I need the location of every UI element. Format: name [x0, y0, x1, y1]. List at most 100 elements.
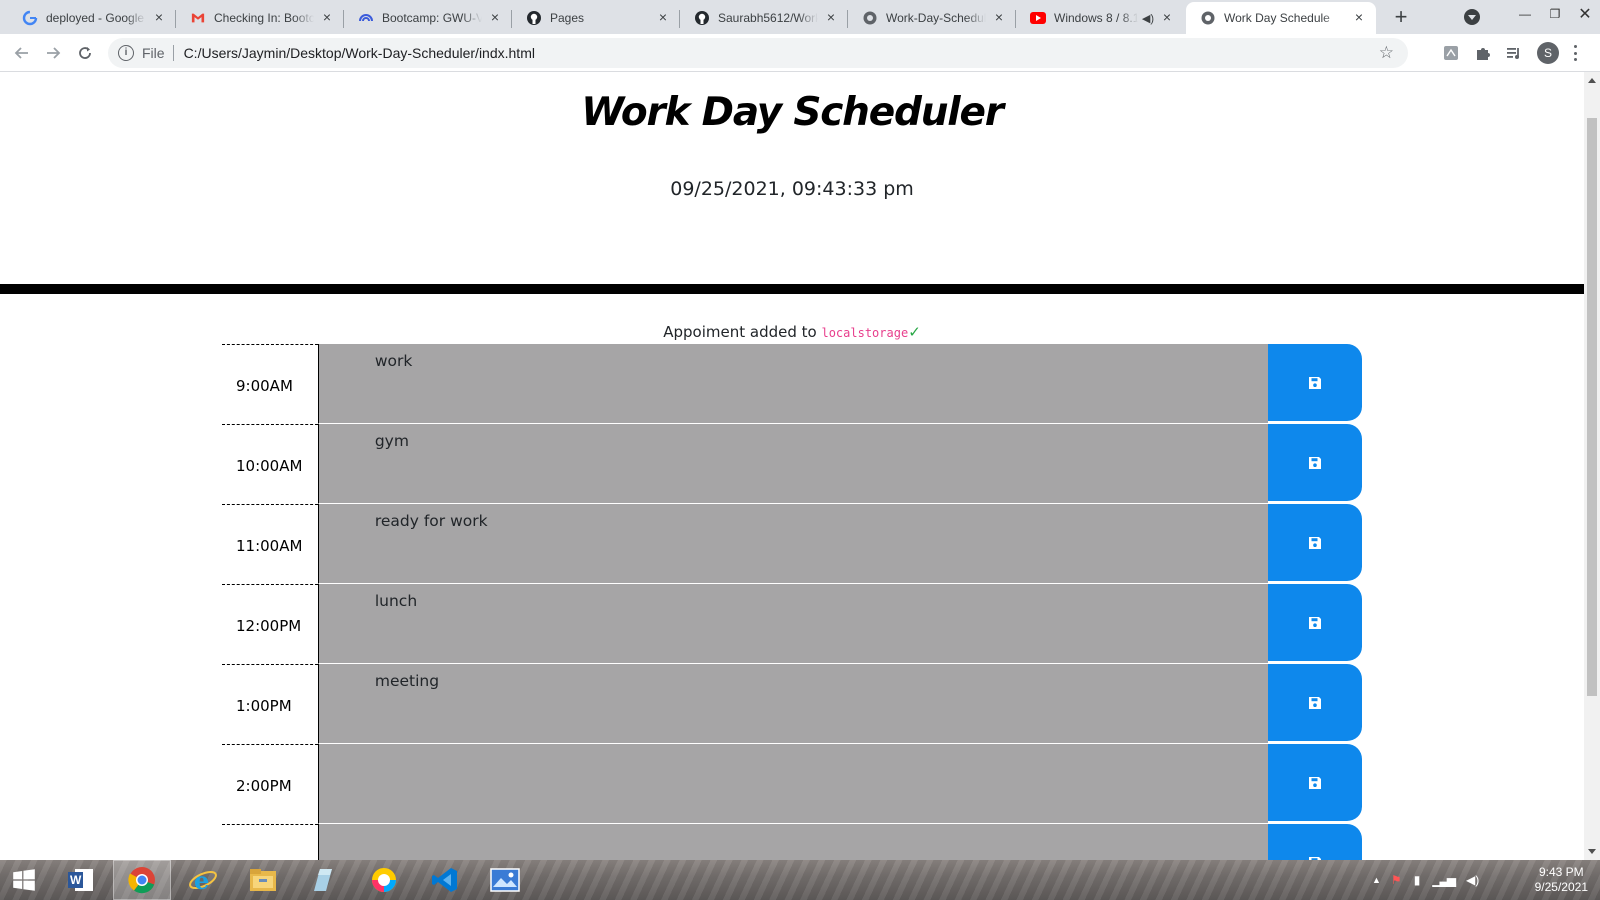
browser-tab-strip: deployed - Google S × Checking In: Bootc… — [0, 0, 1600, 34]
description-input[interactable] — [317, 824, 1269, 860]
save-icon — [1309, 376, 1322, 389]
bookmark-star-icon[interactable]: ☆ — [1379, 43, 1394, 63]
save-button[interactable] — [1268, 824, 1362, 860]
close-icon[interactable]: × — [1160, 10, 1174, 25]
close-icon[interactable]: × — [824, 10, 838, 25]
save-icon — [1309, 536, 1322, 549]
time-block: 12:00PM lunch — [222, 584, 1362, 664]
time-block: 11:00AM ready for work — [222, 504, 1362, 584]
svg-text:W: W — [70, 873, 82, 887]
reload-icon — [79, 47, 91, 59]
close-window-button[interactable]: ✕ — [1570, 0, 1600, 28]
tab-work-day-scheduler-active[interactable]: Work Day Schedule × — [1186, 2, 1376, 34]
description-input[interactable] — [317, 744, 1269, 824]
scroll-down-icon[interactable] — [1588, 849, 1596, 854]
description-input[interactable]: work — [317, 344, 1269, 424]
restore-button[interactable]: ❐ — [1540, 0, 1570, 28]
description-input[interactable]: lunch — [317, 584, 1269, 664]
time-block-list: 9:00AM work 10:00AM gym 11:00AM ready fo… — [222, 344, 1362, 860]
back-arrow-icon — [14, 47, 28, 59]
file-explorer-icon[interactable] — [234, 860, 292, 900]
tab-title: Pages — [550, 11, 585, 25]
tab-youtube-windows[interactable]: Windows 8 / 8.1 ◀) × — [1016, 2, 1184, 34]
volume-icon[interactable]: ◀) — [1466, 873, 1479, 887]
info-icon[interactable]: i — [118, 45, 134, 61]
close-icon[interactable]: × — [992, 10, 1006, 25]
close-icon[interactable]: × — [152, 10, 166, 25]
vscode-icon[interactable] — [416, 860, 474, 900]
back-button[interactable] — [11, 42, 33, 64]
tab-search-icon[interactable] — [1464, 9, 1480, 25]
globe-icon — [1200, 10, 1216, 26]
tab-work-day-schedule-deployed[interactable]: Work-Day-Schedule × — [848, 2, 1016, 34]
tab-github-repo[interactable]: Saurabh5612/Work- × — [680, 2, 848, 34]
youtube-icon — [1030, 10, 1046, 26]
notice-text: Appoiment added to — [663, 323, 817, 341]
save-button[interactable] — [1268, 504, 1362, 582]
network-icon[interactable]: ▁▃▅ — [1432, 873, 1456, 887]
scrollbar-thumb[interactable] — [1587, 118, 1597, 696]
scheme-label: File — [142, 45, 165, 61]
reload-button[interactable] — [74, 42, 96, 64]
description-input[interactable]: gym — [317, 424, 1269, 504]
minimize-button[interactable]: — — [1510, 0, 1540, 28]
internet-explorer-icon[interactable]: e — [174, 860, 232, 900]
google-g-icon — [22, 10, 38, 26]
clock-time: 9:43 PM — [1538, 865, 1584, 879]
save-button[interactable] — [1268, 424, 1362, 502]
page-viewport: Work Day Scheduler 09/25/2021, 09:43:33 … — [0, 72, 1584, 860]
chrome-icon[interactable] — [113, 860, 171, 900]
save-button[interactable] — [1268, 744, 1362, 822]
notepad-icon[interactable] — [294, 860, 352, 900]
hour-label: 9:00AM — [222, 344, 318, 424]
page-title: Work Day Scheduler — [581, 90, 1004, 135]
flag-icon[interactable]: ⚑ — [1391, 873, 1402, 887]
address-bar[interactable]: i File C:/Users/Jaymin/Desktop/Work-Day-… — [108, 38, 1408, 68]
pdf-extension-icon[interactable] — [1442, 44, 1460, 62]
speaker-icon[interactable]: ◀) — [1142, 12, 1154, 25]
media-control-icon[interactable] — [1505, 44, 1523, 62]
url-text[interactable]: C:/Users/Jaymin/Desktop/Work-Day-Schedul… — [184, 45, 535, 61]
tab-checking-in[interactable]: Checking In: Bootca × — [176, 2, 344, 34]
tab-pages[interactable]: Pages × — [512, 2, 680, 34]
browser-menu-button[interactable] — [1572, 42, 1578, 64]
scroll-up-icon[interactable] — [1588, 78, 1596, 83]
save-button[interactable] — [1268, 664, 1362, 742]
save-icon — [1309, 776, 1322, 789]
page-scrollbar[interactable] — [1584, 72, 1600, 860]
close-icon[interactable]: × — [320, 10, 334, 25]
save-button[interactable] — [1268, 344, 1362, 422]
word-icon[interactable]: W — [52, 860, 110, 900]
profile-avatar[interactable]: S — [1537, 42, 1559, 64]
color-picker-icon[interactable] — [355, 860, 413, 900]
forward-arrow-icon — [47, 47, 61, 59]
taskbar-clock[interactable]: 9:43 PM 9/25/2021 — [1535, 865, 1588, 895]
save-button[interactable] — [1268, 584, 1362, 662]
close-icon[interactable]: × — [656, 10, 670, 25]
tab-bootcamp[interactable]: Bootcamp: GWU-VIR × — [344, 2, 512, 34]
description-input[interactable]: meeting — [317, 664, 1269, 744]
checkmark-icon: ✓ — [908, 323, 921, 341]
gmail-icon — [190, 10, 206, 26]
windows-start-icon[interactable] — [0, 860, 48, 900]
save-icon — [1309, 456, 1322, 469]
hour-label: 2:00PM — [222, 744, 318, 824]
tab-title: Bootcamp: GWU-VIR — [382, 11, 482, 25]
battery-icon[interactable]: ▮ — [1414, 873, 1421, 887]
photos-icon[interactable] — [476, 860, 534, 900]
hour-label: 11:00AM — [222, 504, 318, 584]
show-hidden-icons[interactable]: ▲ — [1372, 875, 1381, 885]
tab-deployed-google[interactable]: deployed - Google S × — [8, 2, 176, 34]
description-input[interactable]: ready for work — [317, 504, 1269, 584]
extensions-puzzle-icon[interactable] — [1474, 44, 1492, 62]
new-tab-button[interactable]: + — [1388, 5, 1414, 31]
forward-button[interactable] — [42, 42, 64, 64]
close-icon[interactable]: × — [488, 10, 502, 25]
save-icon — [1309, 696, 1322, 709]
saved-notice: Appoiment added to localstorage✓ — [0, 323, 1584, 341]
github-icon — [526, 10, 542, 26]
hour-label: 10:00AM — [222, 424, 318, 504]
close-icon[interactable]: × — [1352, 10, 1366, 25]
svg-text:e: e — [194, 866, 209, 895]
tab-title: Work-Day-Schedule — [886, 11, 986, 25]
